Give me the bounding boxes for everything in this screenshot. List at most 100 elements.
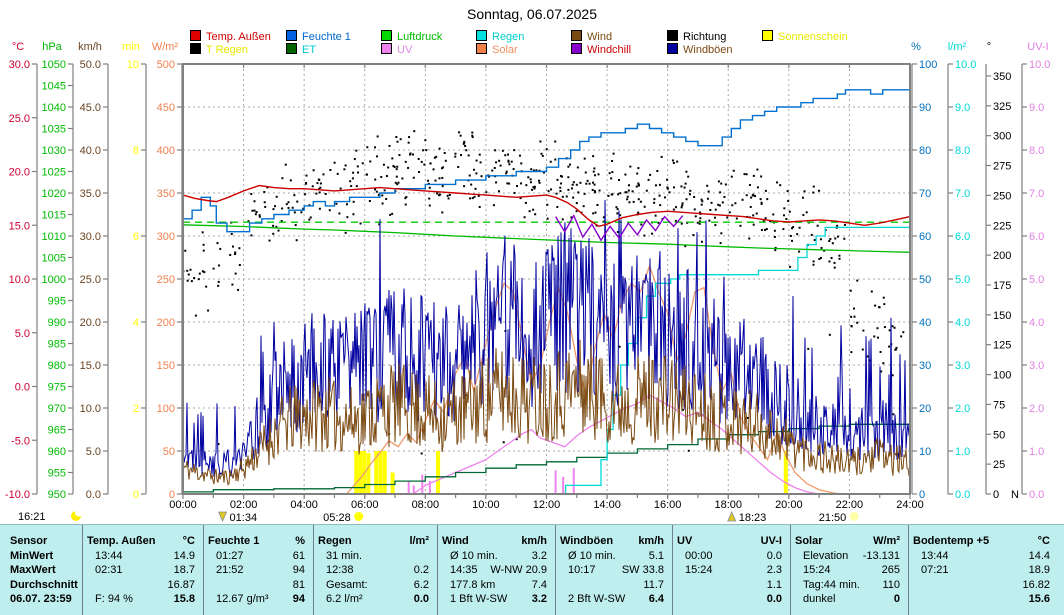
legend-label: Sonnenschein (778, 31, 848, 43)
svg-text:12:00: 12:00 (533, 499, 561, 511)
svg-text:00:00: 00:00 (169, 499, 197, 511)
svg-text:45.0: 45.0 (80, 102, 101, 114)
svg-text:10.0: 10.0 (1029, 59, 1050, 71)
legend-label: T Regen (206, 44, 248, 56)
row-label: MinWert (6, 549, 82, 564)
legend-item-t-regen: T Regen (190, 43, 248, 56)
table-cell: 15:24265 (791, 563, 908, 578)
svg-text:50: 50 (993, 429, 1005, 441)
svg-text:8.0: 8.0 (1029, 145, 1044, 157)
axis-richtung-deg: °0N2550751001251501752002252502753003253… (986, 41, 1019, 501)
table-cell: 10:17SW 33.8 (556, 563, 672, 578)
table-cell: 15.6 (909, 592, 1058, 607)
svg-text:20:00: 20:00 (775, 499, 803, 511)
svg-text:250: 250 (157, 274, 175, 286)
svg-text:50: 50 (919, 274, 931, 286)
column-header: Feuchte 1% (204, 534, 313, 549)
svg-text:-10.0: -10.0 (5, 489, 30, 501)
svg-text:1005: 1005 (42, 253, 66, 265)
svg-text:20.0: 20.0 (9, 167, 30, 179)
svg-text:15.0: 15.0 (80, 360, 101, 372)
svg-text:1.0: 1.0 (1029, 446, 1044, 458)
legend-swatch-uv (381, 43, 392, 54)
table-cell: 13:4414.4 (909, 549, 1058, 564)
svg-text:200: 200 (993, 250, 1011, 262)
table-column-wind: Windkm/hØ 10 min.3.214:35W-NW 20.9177.8 … (437, 525, 555, 615)
svg-text:1030: 1030 (42, 145, 66, 157)
svg-text:7.0: 7.0 (955, 188, 970, 200)
column-header: Windkm/h (438, 534, 555, 549)
legend-swatch-sonnenschein (762, 30, 773, 41)
svg-text:70: 70 (919, 188, 931, 200)
svg-text:100: 100 (919, 59, 937, 71)
table-cell: 31 min. (314, 549, 437, 564)
svg-text:80: 80 (919, 145, 931, 157)
svg-text:40: 40 (919, 317, 931, 329)
legend-label: Luftdruck (397, 31, 442, 43)
legend-item-uv: UV (381, 43, 412, 56)
table-cell: Gesamt:6.2 (314, 578, 437, 593)
table-cell: dunkel0 (791, 592, 908, 607)
svg-text:60: 60 (919, 231, 931, 243)
svg-text:1000: 1000 (42, 274, 66, 286)
svg-text:1.0: 1.0 (955, 446, 970, 458)
svg-text:6.0: 6.0 (955, 231, 970, 243)
svg-text:02:00: 02:00 (230, 499, 258, 511)
svg-text:1045: 1045 (42, 81, 66, 93)
legend-item-windb-en: Windböen (667, 43, 733, 56)
legend-item-feuchte-1: Feuchte 1 (286, 30, 351, 43)
table-column-uv: UVUV-I00:000.015:242.31.10.0 (672, 525, 790, 615)
svg-text:970: 970 (48, 403, 66, 415)
svg-text:10: 10 (919, 446, 931, 458)
svg-text:300: 300 (157, 231, 175, 243)
series-sonnenschein (354, 451, 788, 494)
legend-item-luftdruck: Luftdruck (381, 30, 442, 43)
table-cell: 15:242.3 (673, 563, 790, 578)
table-cell: 13:4414.9 (83, 549, 203, 564)
svg-text:4.0: 4.0 (1029, 317, 1044, 329)
row-label: 06.07. 23:59 (6, 592, 82, 607)
svg-text:0: 0 (133, 489, 139, 501)
svg-text:15.0: 15.0 (9, 220, 30, 232)
table-cell: F: 94 %15.8 (83, 592, 203, 607)
svg-text:5.0: 5.0 (15, 328, 30, 340)
svg-text:18:00: 18:00 (714, 499, 742, 511)
svg-text:350: 350 (993, 71, 1011, 83)
svg-text:16:00: 16:00 (654, 499, 682, 511)
legend-label: Richtung (683, 31, 726, 43)
svg-text:20.0: 20.0 (80, 317, 101, 329)
svg-text:N: N (1011, 489, 1019, 501)
svg-text:30: 30 (919, 360, 931, 372)
legend-item-temp-au-en: Temp. Außen (190, 30, 271, 43)
legend-swatch-solar (476, 43, 487, 54)
svg-text:100: 100 (157, 403, 175, 415)
row-label: MaxWert (6, 563, 82, 578)
svg-text:350: 350 (157, 188, 175, 200)
axis-c: °C-10.0-5.00.05.010.015.020.025.030.0 (5, 41, 37, 501)
legend-swatch-windchill (571, 43, 582, 54)
table-cell: 14:35W-NW 20.9 (438, 563, 555, 578)
svg-text:50: 50 (163, 446, 175, 458)
table-cell: 11.7 (556, 578, 672, 593)
svg-text:20: 20 (919, 403, 931, 415)
svg-text:1020: 1020 (42, 188, 66, 200)
table-cell: 01:2761 (204, 549, 313, 564)
table-column-bodentemp-5: Bodentemp +5°C13:4414.407:2118.916.8215.… (908, 525, 1058, 615)
svg-text:8.0: 8.0 (955, 145, 970, 157)
table-cell: 81 (204, 578, 313, 593)
weather-app-window: Sonntag, 06.07.2025 °C-10.0-5.00.05.010.… (0, 0, 1064, 615)
svg-text:950: 950 (48, 489, 66, 501)
legend-item-windchill: Windchill (571, 43, 631, 56)
svg-text:05:28: 05:28 (323, 512, 351, 524)
table-cell: Ø 10 min.5.1 (556, 549, 672, 564)
svg-text:10:00: 10:00 (472, 499, 500, 511)
svg-text:4.0: 4.0 (955, 317, 970, 329)
svg-text:06:00: 06:00 (351, 499, 379, 511)
table-cell: 0.0 (673, 592, 790, 607)
moon-icon (71, 509, 83, 522)
svg-text:100: 100 (993, 370, 1011, 382)
statistics-table: SensorMinWertMaxWertDurchschnitt06.07. 2… (0, 524, 1064, 615)
legend-item-solar: Solar (476, 43, 518, 56)
svg-text:3.0: 3.0 (955, 360, 970, 372)
svg-text:-5.0: -5.0 (11, 435, 30, 447)
